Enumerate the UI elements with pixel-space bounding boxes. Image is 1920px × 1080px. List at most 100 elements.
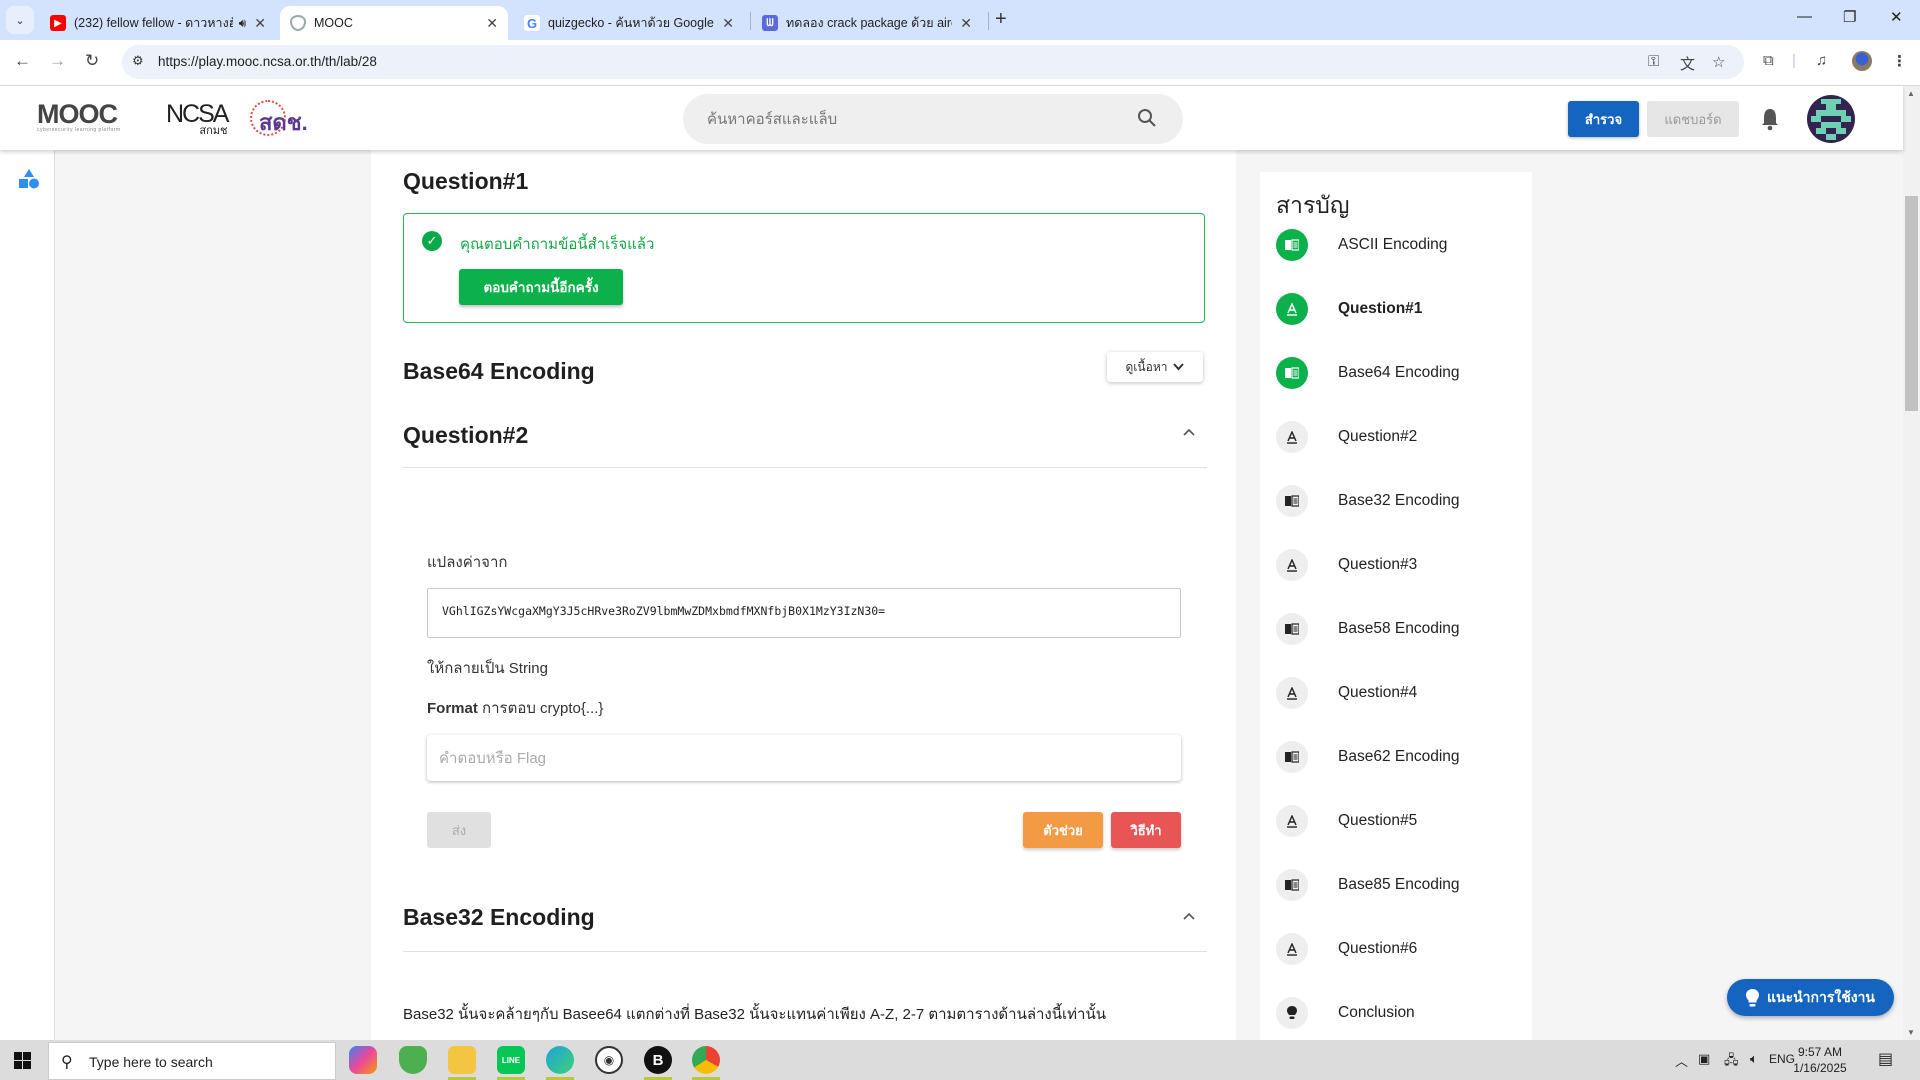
toc-item-label: Question#4 bbox=[1338, 684, 1418, 701]
restore-icon[interactable]: ❐ bbox=[1843, 8, 1856, 26]
tray-overflow-icon[interactable]: ︿ bbox=[1675, 1051, 1688, 1070]
scroll-down-arrow-icon[interactable]: ▼ bbox=[1907, 1028, 1915, 1037]
view-content-label: ดูเนื้อหา bbox=[1125, 359, 1168, 374]
dashboard-button[interactable]: แดชบอร์ด bbox=[1647, 101, 1739, 137]
survey-button[interactable]: สำรวจ bbox=[1568, 101, 1639, 137]
browser-tab-active[interactable]: MOOC ✕ bbox=[280, 6, 508, 40]
omnibox[interactable]: ⚙ https://play.mooc.ncsa.or.th/th/lab/28… bbox=[122, 45, 1744, 79]
convert-to-label: ให้กลายเป็น String bbox=[427, 660, 548, 677]
tab-title: (232) fellow fellow - ดาวหางฮัลเลย์ bbox=[74, 16, 233, 30]
browser-profile-avatar[interactable] bbox=[1852, 51, 1872, 71]
taskbar-search[interactable]: ⚲ Type here to search bbox=[48, 1042, 336, 1080]
shapes-icon[interactable] bbox=[18, 168, 40, 190]
toc-item[interactable]: Question#1 bbox=[1276, 292, 1526, 326]
base32-title: Base32 Encoding bbox=[403, 904, 595, 930]
windows-start-icon[interactable] bbox=[14, 1052, 31, 1069]
usage-guide-button[interactable]: แนะนำการใช้งาน bbox=[1727, 979, 1894, 1016]
file-explorer-icon[interactable] bbox=[448, 1046, 476, 1074]
bookmark-star-icon[interactable]: ☆ bbox=[1712, 53, 1725, 71]
pixel-avatar-icon bbox=[1811, 99, 1851, 140]
new-tab-button[interactable]: + bbox=[995, 8, 1007, 31]
toc-item[interactable]: Base62 Encoding bbox=[1276, 740, 1526, 774]
bell-icon[interactable] bbox=[1760, 107, 1780, 131]
speaker-icon[interactable]: 🔊︎ bbox=[239, 16, 247, 31]
browser-tab-bar: ⌄ ▶ (232) fellow fellow - ดาวหางฮัลเลย์ … bbox=[0, 0, 1920, 40]
reanswer-button[interactable]: ตอบคำถามนี้อีกครั้ง bbox=[459, 269, 623, 305]
question-icon bbox=[1276, 677, 1308, 709]
eye-app-icon[interactable]: ◉ bbox=[595, 1046, 623, 1074]
scroll-thumb[interactable] bbox=[1905, 196, 1918, 411]
tray-app-icon[interactable]: ▣ bbox=[1698, 1051, 1710, 1067]
question-icon bbox=[1276, 805, 1308, 837]
scroll-up-arrow-icon[interactable]: ▲ bbox=[1907, 89, 1915, 98]
toc-item[interactable]: Question#5 bbox=[1276, 804, 1526, 838]
network-icon[interactable]: 🖧︎ bbox=[1724, 1051, 1739, 1073]
book-icon bbox=[1276, 869, 1308, 901]
toc-item[interactable]: Question#3 bbox=[1276, 548, 1526, 582]
view-content-button[interactable]: ดูเนื้อหา bbox=[1107, 352, 1203, 382]
answer-input[interactable] bbox=[427, 735, 1181, 781]
taskbar-clock[interactable]: 9:57 AM 1/16/2025 bbox=[1790, 1044, 1850, 1076]
sdch-logo[interactable]: สดช. bbox=[250, 100, 312, 136]
question1-title: Question#1 bbox=[403, 168, 529, 194]
volume-icon[interactable]: 🔈︎ bbox=[1750, 1051, 1758, 1067]
search-icon[interactable] bbox=[1137, 108, 1157, 128]
close-window-icon[interactable]: ✕ bbox=[1890, 8, 1903, 26]
toc-item[interactable]: Base58 Encoding bbox=[1276, 612, 1526, 646]
mooc-logo[interactable]: MOOC cybersecurity learning platform bbox=[37, 101, 132, 135]
edge-icon[interactable] bbox=[546, 1046, 574, 1074]
extensions-icon[interactable]: ⧉ bbox=[1763, 52, 1774, 69]
page-scrollbar[interactable]: ▲ ▼ bbox=[1903, 86, 1920, 1040]
line-app-icon[interactable]: LINE bbox=[497, 1046, 525, 1074]
security-app-icon[interactable] bbox=[399, 1046, 427, 1074]
howto-button[interactable]: วิธีทำ bbox=[1111, 812, 1181, 848]
site-settings-icon[interactable]: ⚙ bbox=[132, 53, 144, 69]
toc-item[interactable]: ASCII Encoding bbox=[1276, 228, 1526, 262]
chevron-up-icon[interactable] bbox=[1183, 912, 1195, 920]
close-tab-icon[interactable]: ✕ bbox=[254, 15, 266, 32]
toc-item-label: Question#1 bbox=[1338, 300, 1423, 317]
tab-separator bbox=[988, 12, 989, 30]
url-text[interactable]: https://play.mooc.ncsa.or.th/th/lab/28 bbox=[158, 54, 377, 69]
toc-item[interactable]: Conclusion bbox=[1276, 996, 1526, 1030]
copilot-icon[interactable] bbox=[349, 1046, 377, 1074]
notifications-icon[interactable]: ▤ bbox=[1878, 1049, 1893, 1069]
chrome-icon[interactable] bbox=[692, 1046, 720, 1074]
hint-button[interactable]: ตัวช่วย bbox=[1023, 812, 1103, 848]
encoded-value-box[interactable]: VGhlIGZsYWcgaXMgY3J5cHRve3RoZV9lbmMwZDMx… bbox=[427, 588, 1181, 638]
toc-item[interactable]: Question#6 bbox=[1276, 932, 1526, 966]
toc-item[interactable]: Base64 Encoding bbox=[1276, 356, 1526, 390]
translate-icon[interactable]: 文 bbox=[1680, 53, 1695, 74]
toc-title: สารบัญ bbox=[1276, 192, 1350, 218]
minimize-icon[interactable]: — bbox=[1797, 8, 1812, 25]
browser-tab[interactable]: G quizgecko - ค้นหาด้วย Google ✕ bbox=[514, 6, 744, 40]
search-input[interactable] bbox=[707, 94, 1127, 144]
forward-arrow-icon[interactable]: → bbox=[49, 51, 66, 71]
user-avatar[interactable] bbox=[1807, 95, 1855, 143]
toc-item[interactable]: Question#2 bbox=[1276, 420, 1526, 454]
search-icon: ⚲ bbox=[61, 1054, 73, 1071]
b-app-icon[interactable]: B bbox=[644, 1046, 672, 1074]
reload-icon[interactable]: ↻ bbox=[85, 51, 99, 71]
browser-tab[interactable]: ▶ (232) fellow fellow - ดาวหางฮัลเลย์ 🔊︎… bbox=[40, 6, 276, 40]
media-control-icon[interactable]: ♫ bbox=[1816, 52, 1827, 69]
chevron-up-icon[interactable] bbox=[1183, 428, 1195, 436]
ncsa-logo[interactable]: NCSA สกมช bbox=[166, 102, 229, 137]
windows-taskbar: ⚲ Type here to search LINE ◉ B ︿ ▣ 🖧︎ 🔈︎… bbox=[0, 1040, 1920, 1080]
close-tab-icon[interactable]: ✕ bbox=[960, 15, 972, 32]
toc-item-label: Question#6 bbox=[1338, 940, 1418, 957]
toc-item-label: Base64 Encoding bbox=[1338, 364, 1460, 381]
browser-tab[interactable]: ᗯ ทดลอง crack package ด้วย aircrack ✕ bbox=[752, 6, 982, 40]
back-arrow-icon[interactable]: ← bbox=[14, 51, 31, 71]
toc-item[interactable]: Base85 Encoding bbox=[1276, 868, 1526, 902]
close-tab-icon[interactable]: ✕ bbox=[722, 15, 734, 32]
google-icon: G bbox=[524, 15, 540, 31]
toc-item[interactable]: Question#4 bbox=[1276, 676, 1526, 710]
more-menu-icon[interactable]: ⋮ bbox=[1892, 52, 1907, 70]
send-button[interactable]: ส่ง bbox=[427, 812, 491, 848]
close-tab-icon[interactable]: ✕ bbox=[486, 15, 498, 32]
tab-search-button[interactable]: ⌄ bbox=[6, 6, 34, 34]
chevron-down-icon: ⌄ bbox=[15, 14, 25, 27]
toc-item[interactable]: Base32 Encoding bbox=[1276, 484, 1526, 518]
key-icon[interactable]: ⚿ bbox=[1648, 53, 1659, 70]
